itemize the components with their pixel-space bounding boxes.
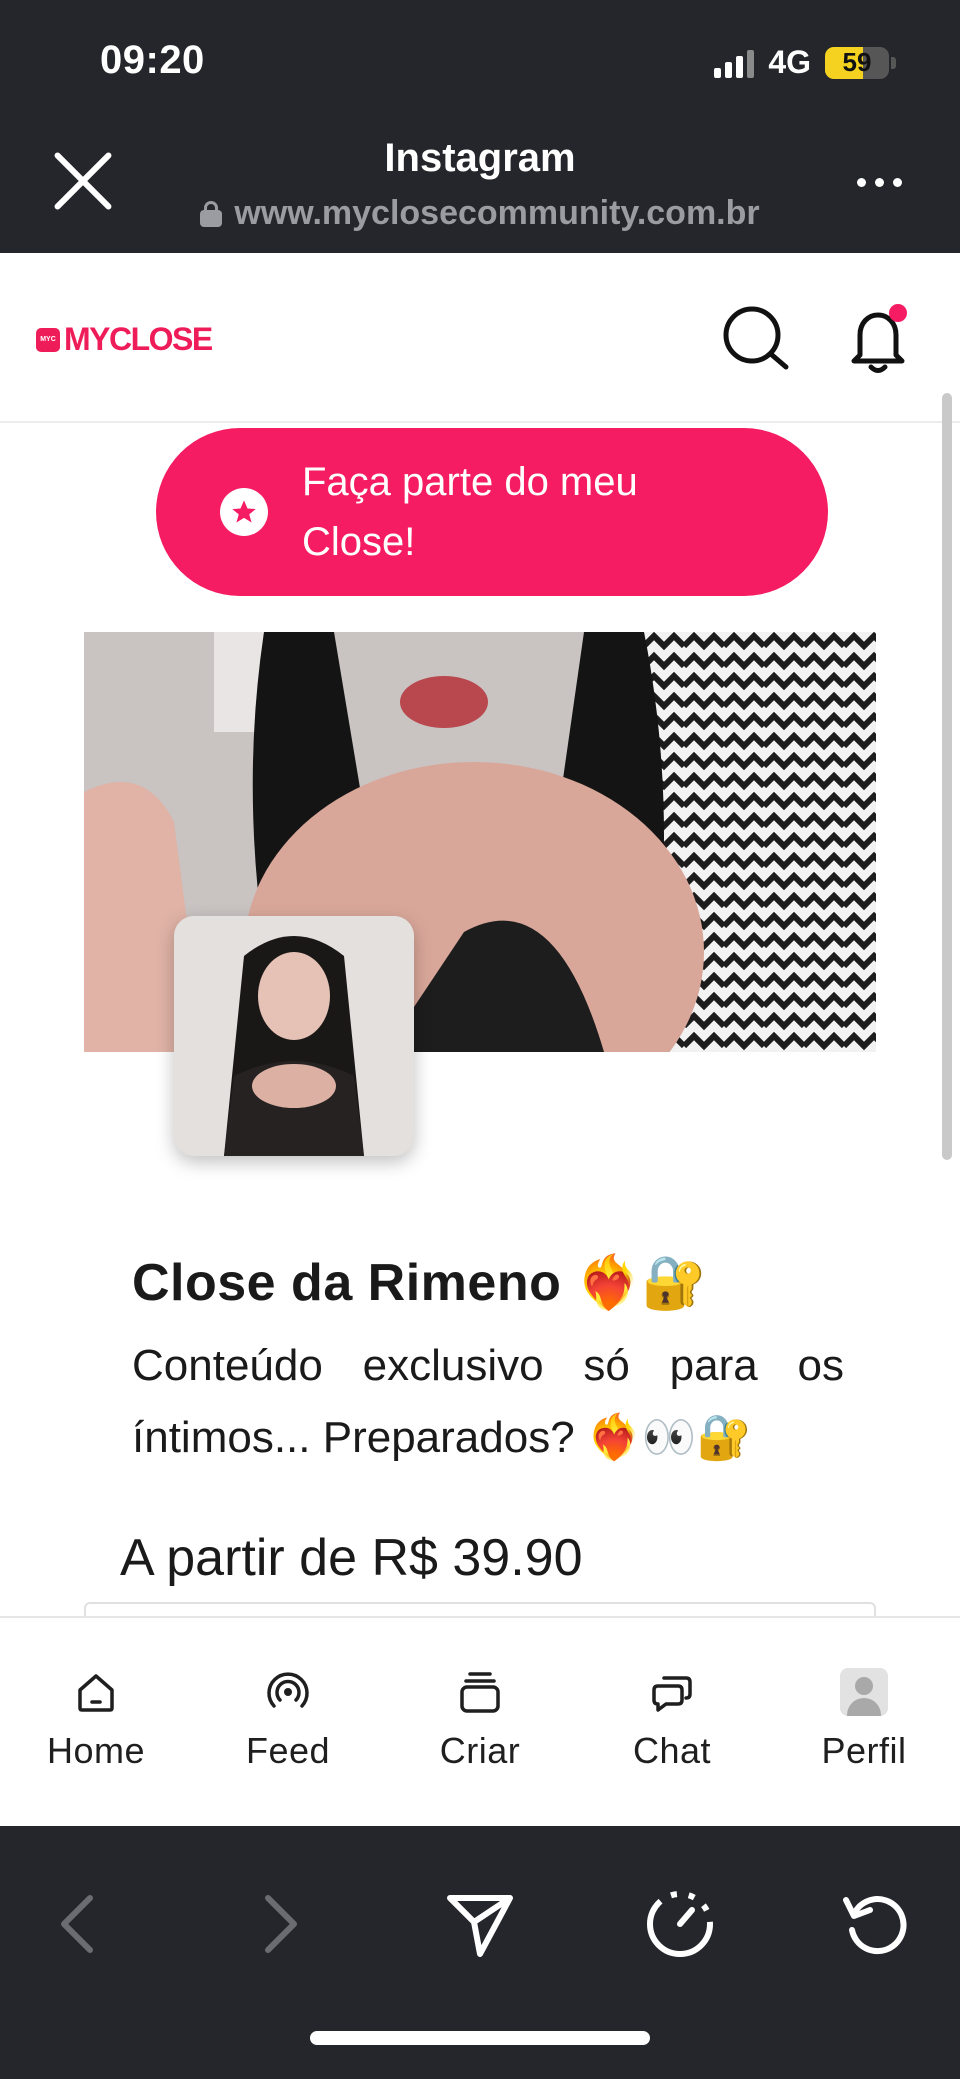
battery-tip xyxy=(891,56,896,69)
notification-dot xyxy=(889,304,907,322)
back-icon[interactable] xyxy=(42,1884,122,1964)
logo[interactable]: MYC MYCLOSE xyxy=(36,321,213,358)
battery-level: 59 xyxy=(842,47,872,77)
status-indicators: 4G 59 xyxy=(714,44,896,81)
bell-icon[interactable] xyxy=(838,299,918,379)
star-icon xyxy=(220,488,268,536)
stack-icon xyxy=(460,1672,500,1713)
home-indicator[interactable] xyxy=(310,2031,650,2045)
status-time: 09:20 xyxy=(100,38,205,82)
nav-home-label: Home xyxy=(46,1730,146,1771)
nav-perfil-label: Perfil xyxy=(821,1730,907,1771)
avatar[interactable] xyxy=(174,916,414,1156)
price-label: A partir de R$ 39.90 xyxy=(120,1529,583,1587)
profile-bio: Conteúdo exclusivo só para os íntimos...… xyxy=(132,1341,844,1462)
nav-chat-label: Chat xyxy=(632,1730,712,1771)
network-label: 4G xyxy=(768,44,811,80)
lock-icon xyxy=(200,200,223,227)
nav-feed[interactable]: Feed xyxy=(192,1618,384,1826)
nav-criar[interactable]: Criar xyxy=(384,1618,576,1826)
broadcast-icon xyxy=(267,1672,309,1708)
logo-mark: MYC xyxy=(36,327,60,352)
url-bar[interactable]: www.myclosecommunity.com.br xyxy=(0,194,960,233)
more-dots-icon[interactable] xyxy=(857,178,902,187)
forward-icon[interactable] xyxy=(236,1884,316,1964)
nav-feed-label: Feed xyxy=(245,1730,331,1771)
nav-criar-label: Criar xyxy=(439,1730,521,1771)
avatar-icon xyxy=(840,1668,888,1716)
join-close-label: Faça parte do meu Close! xyxy=(302,460,638,564)
chat-icon xyxy=(652,1676,692,1712)
browser-toolbar xyxy=(0,1826,960,2079)
bottom-nav: Home Feed Criar Chat Perfil xyxy=(0,1616,960,1826)
signal-icon xyxy=(714,48,755,78)
url-text: www.myclosecommunity.com.br xyxy=(234,194,760,232)
nav-perfil[interactable]: Perfil xyxy=(768,1618,960,1826)
site-header: MYC MYCLOSE xyxy=(0,253,960,423)
share-icon[interactable] xyxy=(440,1884,520,1964)
scrollbar[interactable] xyxy=(942,393,952,1160)
reload-icon[interactable] xyxy=(836,1884,916,1964)
browser-title: Instagram xyxy=(384,136,576,180)
search-icon[interactable] xyxy=(720,303,792,375)
nav-home[interactable]: Home xyxy=(0,1618,192,1826)
nav-chat[interactable]: Chat xyxy=(576,1618,768,1826)
home-icon xyxy=(78,1674,114,1712)
logo-text: MYCLOSE xyxy=(64,321,213,357)
profile-name: Close da Rimeno ❤️‍🔥🔐 xyxy=(132,1254,707,1312)
browser-header: 09:20 4G 59 Instagram www.myclosecommuni… xyxy=(0,0,960,253)
battery-icon: 59 xyxy=(825,46,889,79)
join-close-button[interactable]: Faça parte do meu Close! xyxy=(156,428,828,596)
speed-icon[interactable] xyxy=(640,1884,720,1964)
